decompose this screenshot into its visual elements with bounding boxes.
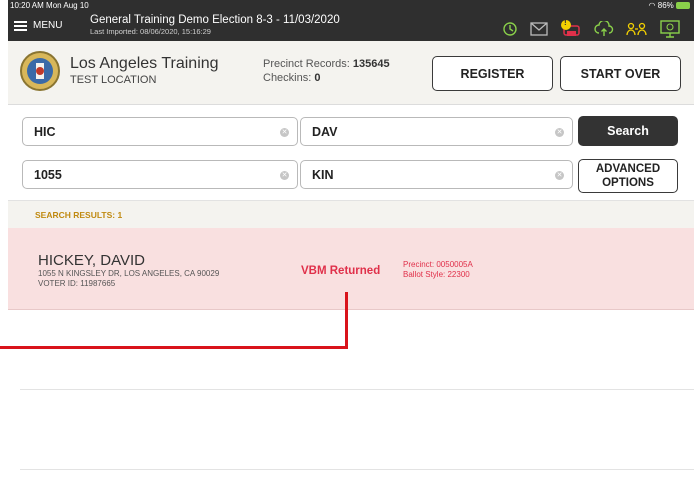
clear-street-icon[interactable]: ✕ [555, 171, 564, 180]
advanced-options-line1: ADVANCED [595, 163, 661, 175]
location-name: TEST LOCATION [70, 74, 157, 86]
menu-button[interactable]: MENU [14, 20, 62, 31]
search-results-bar: SEARCH RESULTS: 1 [8, 200, 694, 229]
wifi-icon: ◠ [648, 1, 656, 10]
empty-row-divider [20, 389, 694, 390]
precinct-stats: Precinct Records: 135645 Checkins: 0 [263, 57, 390, 85]
street-field[interactable]: KIN ✕ [300, 160, 573, 189]
battery-level: 86% [657, 1, 674, 10]
register-button[interactable]: REGISTER [432, 56, 553, 91]
voter-result-row[interactable]: HICKEY, DAVID 1055 N KINGSLEY DR, LOS AN… [8, 228, 694, 310]
start-over-button[interactable]: START OVER [560, 56, 681, 91]
mail-icon[interactable] [530, 22, 548, 36]
precinct-records-value: 135645 [352, 58, 390, 70]
top-icons: ! [502, 18, 680, 38]
clear-first-name-icon[interactable]: ✕ [555, 128, 564, 137]
status-battery: ◠ 86% [649, 1, 690, 10]
history-icon[interactable] [502, 21, 518, 37]
last-name-field[interactable]: HIC ✕ [22, 117, 298, 146]
election-title-block: General Training Demo Election 8-3 - 11/… [90, 14, 340, 36]
menu-label: MENU [33, 20, 63, 31]
users-icon[interactable] [626, 22, 648, 36]
search-results-count: SEARCH RESULTS: 1 [35, 210, 123, 220]
county-seal-logo [20, 51, 60, 91]
ballot-style: Ballot Style: 22300 [403, 270, 470, 279]
clear-last-name-icon[interactable]: ✕ [280, 128, 289, 137]
battery-icon [676, 2, 690, 10]
top-bar: 10:20 AM Mon Aug 10 ◠ 86% MENU General T… [8, 0, 694, 41]
alert-badge: ! [564, 18, 567, 27]
location-header: Los Angeles Training TEST LOCATION Preci… [8, 41, 694, 105]
app-frame: 10:20 AM Mon Aug 10 ◠ 86% MENU General T… [8, 0, 694, 499]
checkins-value: 0 [314, 72, 321, 84]
last-name-value: HIC [34, 125, 56, 139]
house-number-field[interactable]: 1055 ✕ [22, 160, 298, 189]
house-number-value: 1055 [34, 168, 62, 182]
first-name-value: DAV [312, 125, 338, 139]
last-imported: Last Imported: 08/06/2020, 15:16:29 [90, 27, 211, 36]
annotation-line-vertical [345, 292, 348, 349]
voter-address: 1055 N KINGSLEY DR, LOS ANGELES, CA 9002… [38, 269, 220, 278]
first-name-field[interactable]: DAV ✕ [300, 117, 573, 146]
advanced-options-line2: OPTIONS [602, 177, 654, 189]
election-title: General Training Demo Election 8-3 - 11/… [90, 14, 340, 26]
precinct-records-label: Precinct Records: [263, 58, 350, 70]
annotation-line-horizontal [0, 346, 348, 349]
advanced-options-button[interactable]: ADVANCED OPTIONS [578, 159, 678, 193]
voter-name: HICKEY, DAVID [38, 252, 145, 269]
hamburger-icon [14, 20, 27, 31]
alert-printer-icon[interactable]: ! [560, 18, 582, 38]
empty-row-divider [20, 469, 694, 470]
county-block: Los Angeles Training TEST LOCATION [70, 55, 219, 86]
vbm-status: VBM Returned [301, 265, 381, 277]
checkins-label: Checkins: [263, 72, 312, 84]
street-value: KIN [312, 168, 334, 182]
cloud-upload-icon[interactable] [594, 21, 614, 37]
status-time: 10:20 AM Mon Aug 10 [10, 1, 89, 10]
monitor-icon[interactable] [660, 20, 680, 38]
voter-id: VOTER ID: 11987665 [38, 279, 116, 288]
precinct: Precinct: 0050005A [403, 260, 473, 269]
county-name: Los Angeles Training [70, 55, 219, 72]
clear-house-number-icon[interactable]: ✕ [280, 171, 289, 180]
search-button[interactable]: Search [578, 116, 678, 146]
